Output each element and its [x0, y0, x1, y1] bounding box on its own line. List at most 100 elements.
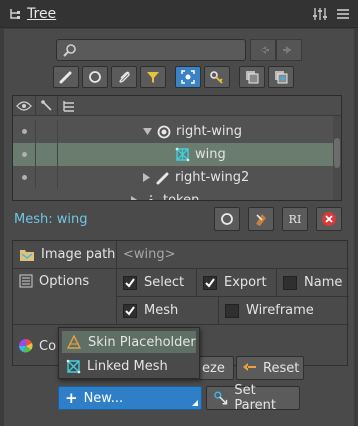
sliders-icon[interactable]: [312, 6, 328, 22]
color-label: Co: [39, 338, 57, 354]
tree-row[interactable]: right-wing: [13, 120, 335, 143]
image-path-label-cell: Image path: [13, 241, 117, 269]
slot-filter-button[interactable]: [82, 66, 108, 88]
new-dropdown-menu: Skin Placeholder Linked Mesh: [58, 327, 200, 379]
focus-icon: [181, 70, 195, 84]
check-icon: [205, 277, 215, 288]
nav-forward-button[interactable]: [276, 39, 302, 61]
rename-button[interactable]: RI: [282, 207, 308, 231]
bone-filter-button[interactable]: [53, 66, 79, 88]
tab-tree[interactable]: Tree: [4, 3, 62, 25]
mesh-option[interactable]: Mesh: [117, 297, 219, 325]
weights-icon: [256, 214, 266, 226]
tree-icon: [10, 9, 20, 19]
mesh-icon: [175, 147, 190, 162]
menu-icon[interactable]: [336, 6, 350, 22]
select-label: Select: [144, 275, 185, 290]
nav-back-button[interactable]: [250, 39, 276, 61]
key-icon: [210, 71, 223, 84]
new-button[interactable]: + New...: [58, 386, 202, 410]
mesh-option-label: Mesh: [144, 303, 179, 318]
title-bar: Tree: [0, 0, 358, 28]
visibility-toggle[interactable]: [13, 143, 36, 166]
expanded-arrow-icon[interactable]: [143, 127, 152, 136]
menu-item-skin-placeholder[interactable]: Skin Placeholder: [62, 331, 196, 353]
options-label: Options: [39, 274, 90, 289]
column-visibility[interactable]: [13, 96, 36, 116]
collapsed-arrow-icon[interactable]: [143, 173, 151, 182]
visibility-dot: [21, 152, 27, 157]
rename-icon: RI: [288, 212, 302, 226]
image-path-field[interactable]: <wing>: [117, 241, 349, 269]
bone-filter-icon: [59, 71, 72, 84]
bone-icon: [40, 100, 52, 111]
attachment-filter-button[interactable]: [111, 66, 137, 88]
column-bone[interactable]: [36, 96, 58, 116]
slot-button[interactable]: [214, 207, 240, 231]
slot-filter-icon: [89, 71, 101, 83]
select-checkbox[interactable]: [123, 275, 137, 290]
visibility-dot: [21, 129, 27, 134]
arrow-right-icon: [283, 46, 291, 54]
menu-item-linked-mesh[interactable]: Linked Mesh: [62, 355, 196, 377]
name-checkbox[interactable]: [283, 275, 297, 290]
tree-row[interactable]: right-wing2: [13, 166, 335, 189]
name-label: Name: [304, 275, 343, 290]
select-option[interactable]: Select: [117, 269, 197, 297]
bone-cell: [36, 166, 58, 189]
set-parent-button[interactable]: Set Parent: [206, 383, 300, 413]
column-hierarchy[interactable]: [58, 96, 80, 116]
funnel-filter-button[interactable]: [140, 66, 166, 88]
tree-scrollbar[interactable]: [333, 116, 341, 200]
slot-circle-icon: [221, 213, 233, 225]
expand-button[interactable]: [268, 66, 294, 88]
dropdown-corner-icon: [192, 400, 198, 406]
plus-icon: +: [65, 389, 78, 407]
tree-node: wing: [175, 143, 226, 166]
tree-panel: right-wing wing right-wing2 token Mesh: …: [4, 29, 354, 426]
bone-icon: [156, 172, 169, 184]
weights-button[interactable]: [248, 207, 274, 231]
tree-scroll-thumb[interactable]: [334, 138, 340, 168]
hierarchy-icon: [63, 101, 74, 112]
key-button[interactable]: [204, 66, 230, 88]
expand-icon: [275, 71, 288, 84]
freeze-button[interactable]: eze: [200, 356, 234, 380]
tree-row[interactable]: token: [13, 189, 335, 201]
bone-cell: [36, 120, 58, 143]
delete-icon: [322, 212, 336, 226]
linked-mesh-label: Linked Mesh: [87, 358, 168, 374]
visibility-dot: [21, 175, 27, 180]
options-label-cell: Options: [13, 269, 117, 325]
funnel-icon: [147, 72, 159, 83]
focus-button[interactable]: [175, 66, 201, 88]
new-label: New...: [83, 390, 124, 406]
export-option[interactable]: Export: [197, 269, 277, 297]
name-option[interactable]: Name: [277, 269, 349, 297]
wireframe-option[interactable]: Wireframe: [219, 297, 349, 325]
collapsed-arrow-icon[interactable]: [131, 196, 139, 201]
check-icon: [125, 305, 135, 316]
reset-button[interactable]: Reset: [236, 356, 304, 380]
search-input[interactable]: [56, 39, 246, 61]
filter-toolbar: [53, 66, 297, 88]
skin-placeholder-icon: [66, 335, 82, 349]
set-parent-label: Set Parent: [234, 383, 277, 413]
undo-arrow-icon: [243, 363, 256, 371]
tree-node: token: [131, 189, 200, 201]
visibility-toggle[interactable]: [13, 166, 36, 189]
delete-button[interactable]: [316, 207, 342, 231]
wireframe-checkbox[interactable]: [225, 303, 239, 318]
collapse-icon: [246, 71, 259, 84]
bone-cell: [36, 143, 58, 166]
export-checkbox[interactable]: [203, 275, 217, 290]
visibility-toggle[interactable]: [13, 120, 36, 143]
tree-row-selected[interactable]: wing: [13, 143, 335, 166]
tree-header: [13, 96, 341, 116]
linked-mesh-icon: [66, 359, 81, 373]
collapse-button[interactable]: [239, 66, 265, 88]
node-label: token: [163, 193, 200, 201]
mesh-checkbox[interactable]: [123, 303, 137, 318]
export-label: Export: [224, 275, 267, 290]
bone-icon: [145, 194, 157, 200]
